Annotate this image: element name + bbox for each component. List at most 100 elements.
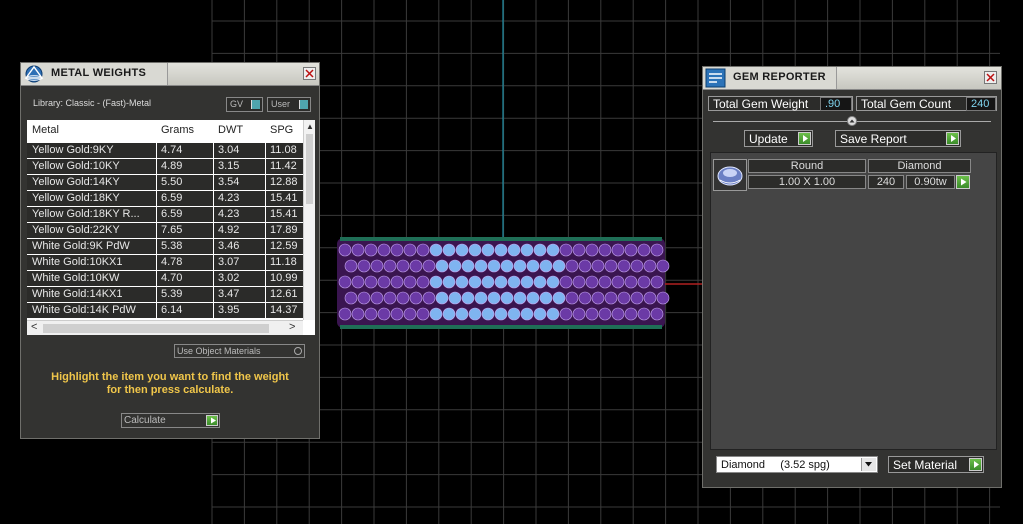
gem-weight-text: 0.90tw xyxy=(914,176,947,188)
column-header-spg[interactable]: SPG xyxy=(270,124,293,136)
scroll-up-icon[interactable]: ▲ xyxy=(306,122,314,131)
update-button[interactable]: Update xyxy=(744,130,813,147)
gv-toggle-label: GV xyxy=(230,99,244,109)
gem-material-cell: Diamond xyxy=(868,159,971,173)
cell-spg: 17.89 xyxy=(270,224,298,236)
cell-metal: Yellow Gold:18KY R... xyxy=(32,208,140,220)
table-row[interactable]: White Gold:9K PdW 5.38 3.46 12.59 xyxy=(27,238,311,254)
gem-list[interactable]: Round Diamond 1.00 X 1.00 240 0.90tw xyxy=(710,152,997,450)
cell-metal: White Gold:10KW xyxy=(32,272,120,284)
play-arrow-icon xyxy=(946,132,959,145)
gem-row-play-button[interactable] xyxy=(956,175,970,189)
table-row[interactable]: Yellow Gold:18KY R... 6.59 4.23 15.41 xyxy=(27,206,311,222)
cell-grams: 6.59 xyxy=(161,208,183,220)
close-icon xyxy=(986,73,995,82)
user-toggle[interactable]: User xyxy=(267,97,311,112)
total-gem-count-number: 240 xyxy=(971,98,990,110)
ring-model[interactable] xyxy=(337,237,670,329)
metal-weights-titlebar[interactable]: METAL WEIGHTS xyxy=(21,63,319,86)
total-gem-weight-label: Total Gem Weight .90 xyxy=(708,96,853,111)
scroll-left-icon[interactable]: < xyxy=(31,321,37,333)
cell-dwt: 4.23 xyxy=(218,208,240,220)
gem-row[interactable]: Round Diamond 1.00 X 1.00 240 0.90tw xyxy=(713,159,975,191)
cell-dwt: 4.23 xyxy=(218,192,240,204)
metal-table[interactable]: Metal Grams DWT SPG Yellow Gold:9KY 4.74 3… xyxy=(27,120,315,335)
cell-spg: 12.88 xyxy=(270,176,298,188)
table-row[interactable]: Yellow Gold:22KY 7.65 4.92 17.89 xyxy=(27,222,311,238)
table-row[interactable]: Yellow Gold:14KY 5.50 3.54 12.88 xyxy=(27,174,311,190)
gem-reporter-icon xyxy=(705,68,726,88)
metal-weights-title: METAL WEIGHTS xyxy=(51,67,147,79)
cell-metal: White Gold:10KX1 xyxy=(32,256,123,268)
chevron-up-icon xyxy=(849,119,855,123)
splitter-handle[interactable] xyxy=(847,116,857,126)
table-row[interactable]: Yellow Gold:9KY 4.74 3.04 11.08 xyxy=(27,142,311,158)
total-gem-count-label: Total Gem Count 240 xyxy=(856,96,997,111)
calculate-button[interactable]: Calculate xyxy=(121,413,220,428)
total-gem-weight-text: Total Gem Weight xyxy=(713,97,809,111)
gem-reporter-panel: GEM REPORTER Total Gem Weight .90 Total … xyxy=(702,66,1002,488)
table-row[interactable]: White Gold:14K PdW 6.14 3.95 14.37 xyxy=(27,302,311,318)
chevron-down-icon[interactable] xyxy=(861,458,876,471)
round-diamond-icon xyxy=(713,159,747,191)
metal-weights-panel: METAL WEIGHTS Library: Classic - (Fast)-… xyxy=(20,62,320,439)
cell-metal: Yellow Gold:14KY xyxy=(32,176,120,188)
total-gem-weight-value: .90 xyxy=(820,97,852,111)
cell-dwt: 3.46 xyxy=(218,240,240,252)
table-row[interactable]: White Gold:10KW 4.70 3.02 10.99 xyxy=(27,270,311,286)
scrollbar-thumb[interactable] xyxy=(43,324,269,333)
cell-grams: 6.59 xyxy=(161,192,183,204)
total-gem-weight-number: .90 xyxy=(825,98,841,110)
cell-dwt: 3.47 xyxy=(218,288,240,300)
column-header-dwt[interactable]: DWT xyxy=(218,124,243,136)
use-object-materials-toggle[interactable]: Use Object Materials xyxy=(174,344,305,358)
save-report-button[interactable]: Save Report xyxy=(835,130,961,147)
cell-dwt: 3.04 xyxy=(218,144,240,156)
cell-metal: White Gold:9K PdW xyxy=(32,240,130,252)
cell-grams: 4.70 xyxy=(161,272,183,284)
table-header: Metal Grams DWT SPG xyxy=(27,120,311,142)
horizontal-scrollbar[interactable]: < > xyxy=(27,320,303,335)
cell-grams: 7.65 xyxy=(161,224,183,236)
table-row[interactable]: Yellow Gold:10KY 4.89 3.15 11.42 xyxy=(27,158,311,174)
cell-dwt: 3.54 xyxy=(218,176,240,188)
cell-metal: Yellow Gold:22KY xyxy=(32,224,120,236)
cell-metal: Yellow Gold:9KY xyxy=(32,144,114,156)
gv-toggle[interactable]: GV xyxy=(226,97,263,112)
column-header-grams[interactable]: Grams xyxy=(161,124,194,136)
scroll-right-icon[interactable]: > xyxy=(289,321,295,333)
instruction-line-2: for then press calculate. xyxy=(106,384,234,396)
close-icon xyxy=(305,69,314,78)
play-arrow-icon xyxy=(798,132,811,145)
scrollbar-thumb[interactable] xyxy=(306,134,313,204)
radio-icon xyxy=(294,347,302,355)
cell-grams: 5.38 xyxy=(161,240,183,252)
metal-weights-close-button[interactable] xyxy=(303,67,316,80)
cell-dwt: 3.02 xyxy=(218,272,240,284)
table-row[interactable]: White Gold:10KX1 4.78 3.07 11.18 xyxy=(27,254,311,270)
set-material-button[interactable]: Set Material xyxy=(888,456,984,473)
gem-shape-cell: Round xyxy=(748,159,866,173)
cell-metal: Yellow Gold:18KY xyxy=(32,192,120,204)
gem-shape-text: Round xyxy=(790,160,824,172)
gem-reporter-titlebar[interactable]: GEM REPORTER xyxy=(703,67,1001,90)
table-row[interactable]: White Gold:14KX1 5.39 3.47 12.61 xyxy=(27,286,311,302)
user-toggle-label: User xyxy=(271,99,291,109)
calculate-label: Calculate xyxy=(124,415,166,426)
play-arrow-icon xyxy=(969,458,982,471)
material-select[interactable]: Diamond (3.52 spg) xyxy=(716,456,878,473)
column-divider xyxy=(213,120,214,320)
play-arrow-icon xyxy=(961,178,967,186)
cell-spg: 15.41 xyxy=(270,208,298,220)
table-row[interactable]: Yellow Gold:18KY 6.59 4.23 15.41 xyxy=(27,190,311,206)
set-material-label: Set Material xyxy=(893,458,958,472)
vertical-scrollbar[interactable]: ▲ xyxy=(303,120,315,320)
column-header-metal[interactable]: Metal xyxy=(32,124,59,136)
gem-reporter-close-button[interactable] xyxy=(984,71,997,84)
cell-grams: 4.78 xyxy=(161,256,183,268)
cell-grams: 4.74 xyxy=(161,144,183,156)
cell-spg: 11.08 xyxy=(270,144,297,156)
cell-dwt: 3.15 xyxy=(218,160,240,172)
gem-reporter-title: GEM REPORTER xyxy=(733,71,826,83)
cell-dwt: 3.95 xyxy=(218,304,240,316)
